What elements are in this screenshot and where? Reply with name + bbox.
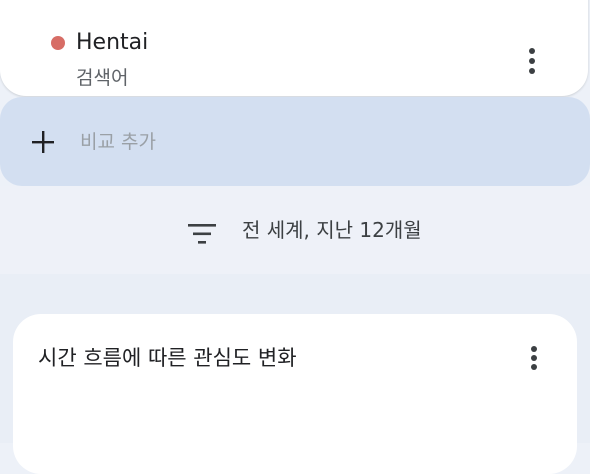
menu-dot [531, 346, 537, 352]
search-term-label[interactable]: Hentai [76, 30, 148, 56]
term-color-dot [51, 36, 65, 50]
add-comparison-button[interactable]: 비교 추가 [0, 97, 590, 186]
filter-list-icon[interactable] [188, 224, 216, 244]
search-term-type: 검색어 [76, 67, 129, 89]
menu-dot [529, 58, 535, 64]
interest-over-time-card [13, 314, 577, 474]
more-vert-icon[interactable] [520, 48, 544, 74]
add-comparison-label: 비교 추가 [80, 131, 156, 153]
menu-dot [531, 355, 537, 361]
more-vert-icon[interactable] [522, 346, 546, 370]
plus-icon [32, 131, 54, 153]
menu-dot [531, 364, 537, 370]
region-time-filter[interactable]: 전 세계, 지난 12개월 [242, 217, 422, 243]
interest-over-time-title: 시간 흐름에 따른 관심도 변화 [38, 346, 297, 370]
menu-dot [529, 48, 535, 54]
menu-dot [529, 68, 535, 74]
